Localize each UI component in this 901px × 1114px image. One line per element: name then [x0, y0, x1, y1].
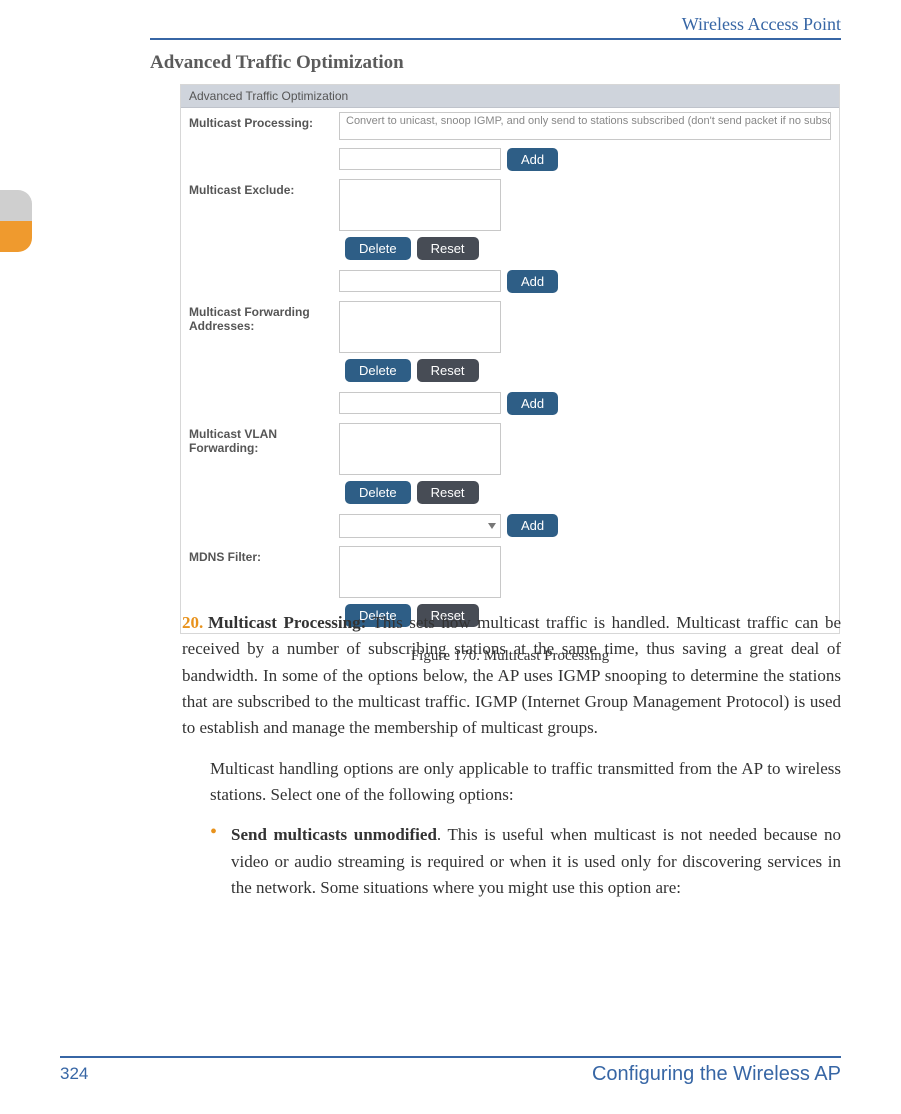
- spacer: [189, 270, 339, 274]
- multicast-forwarding-list[interactable]: [339, 301, 501, 353]
- paragraph: Multicast handling options are only appl…: [210, 756, 841, 809]
- lead-term: Multicast Processing:: [208, 613, 366, 632]
- delete-button[interactable]: Delete: [345, 237, 411, 260]
- multicast-exclude-list[interactable]: [339, 179, 501, 231]
- reset-button[interactable]: Reset: [417, 481, 479, 504]
- multicast-vlan-input[interactable]: [339, 392, 501, 414]
- list-number: 20.: [182, 610, 208, 636]
- section-heading: Advanced Traffic Optimization: [150, 52, 404, 74]
- mdns-filter-list[interactable]: [339, 546, 501, 598]
- running-head: Wireless Access Point: [150, 14, 841, 35]
- reset-button[interactable]: Reset: [417, 359, 479, 382]
- multicast-vlan-list[interactable]: [339, 423, 501, 475]
- side-tab-grey: [0, 190, 32, 221]
- label-multicast-processing: Multicast Processing:: [189, 112, 339, 130]
- bullet-term: Send multicasts unmodified: [231, 825, 437, 844]
- bullet-marker: •: [210, 822, 217, 901]
- body-text: 20.Multicast Processing: This sets how m…: [182, 610, 841, 909]
- add-button[interactable]: Add: [507, 148, 558, 171]
- label-multicast-forwarding: Multicast Forwarding Addresses:: [189, 301, 339, 333]
- multicast-forwarding-input[interactable]: [339, 270, 501, 292]
- add-button[interactable]: Add: [507, 514, 558, 537]
- figure-170: Advanced Traffic Optimization Multicast …: [180, 84, 840, 665]
- mdns-filter-select[interactable]: [339, 514, 501, 538]
- label-multicast-exclude: Multicast Exclude:: [189, 179, 339, 197]
- delete-button[interactable]: Delete: [345, 359, 411, 382]
- panel-title: Advanced Traffic Optimization: [181, 85, 839, 108]
- spacer: [189, 514, 339, 518]
- header-rule: [150, 38, 841, 40]
- multicast-processing-select[interactable]: Convert to unicast, snoop IGMP, and only…: [339, 112, 831, 140]
- figure-panel: Advanced Traffic Optimization Multicast …: [180, 84, 840, 634]
- add-button[interactable]: Add: [507, 392, 558, 415]
- page-number: 324: [60, 1064, 88, 1084]
- label-multicast-vlan: Multicast VLAN Forwarding:: [189, 423, 339, 455]
- multicast-exclude-input[interactable]: [339, 148, 501, 170]
- reset-button[interactable]: Reset: [417, 237, 479, 260]
- spacer: [189, 392, 339, 396]
- footer-title: Configuring the Wireless AP: [592, 1063, 841, 1086]
- label-mdns-filter: MDNS Filter:: [189, 546, 339, 564]
- delete-button[interactable]: Delete: [345, 481, 411, 504]
- side-tab-orange: [0, 221, 32, 252]
- footer-rule: [60, 1056, 841, 1058]
- spacer: [189, 148, 339, 152]
- add-button[interactable]: Add: [507, 270, 558, 293]
- side-tab: [0, 190, 32, 252]
